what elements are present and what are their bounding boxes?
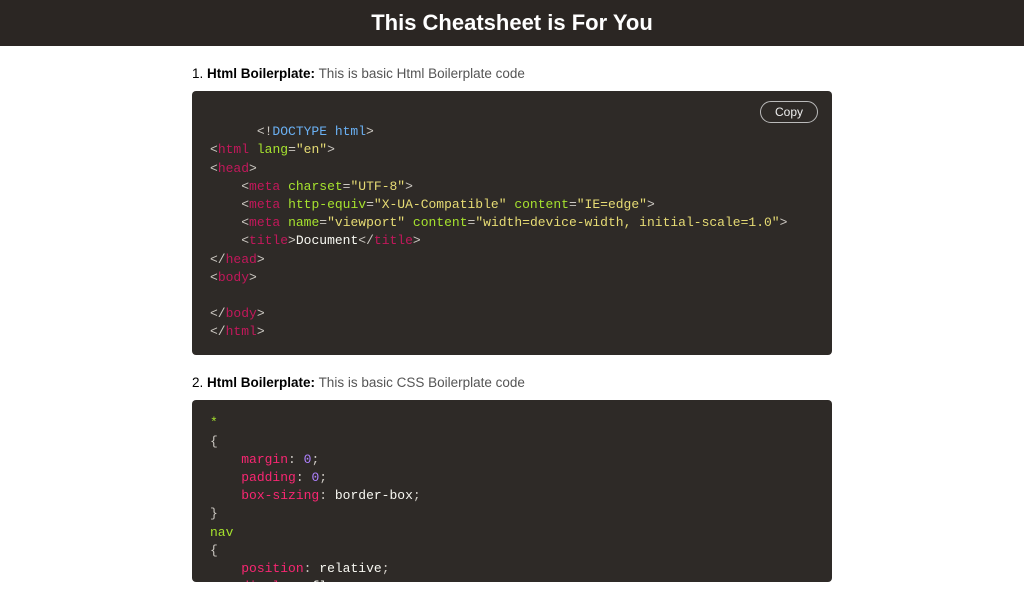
page-header: This Cheatsheet is For You — [0, 0, 1024, 46]
cheatsheet-item: 1. Html Boilerplate: This is basic Html … — [192, 66, 832, 355]
cheatsheet-item: 2. Html Boilerplate: This is basic CSS B… — [192, 375, 832, 582]
page-title: This Cheatsheet is For You — [0, 10, 1024, 36]
code-block: Copy<!DOCTYPE html> <html lang="en"> <he… — [192, 91, 832, 355]
item-number: 1. — [192, 66, 203, 81]
content-area: 1. Html Boilerplate: This is basic Html … — [192, 46, 832, 582]
item-description: This is basic CSS Boilerplate code — [319, 375, 525, 390]
item-number: 2. — [192, 375, 203, 390]
item-heading: 1. Html Boilerplate: This is basic Html … — [192, 66, 832, 81]
item-title: Html Boilerplate: — [207, 66, 315, 81]
item-description: This is basic Html Boilerplate code — [319, 66, 525, 81]
copy-button[interactable]: Copy — [760, 101, 818, 123]
item-heading: 2. Html Boilerplate: This is basic CSS B… — [192, 375, 832, 390]
code-block: * { margin: 0; padding: 0; box-sizing: b… — [192, 400, 832, 582]
item-title: Html Boilerplate: — [207, 375, 315, 390]
